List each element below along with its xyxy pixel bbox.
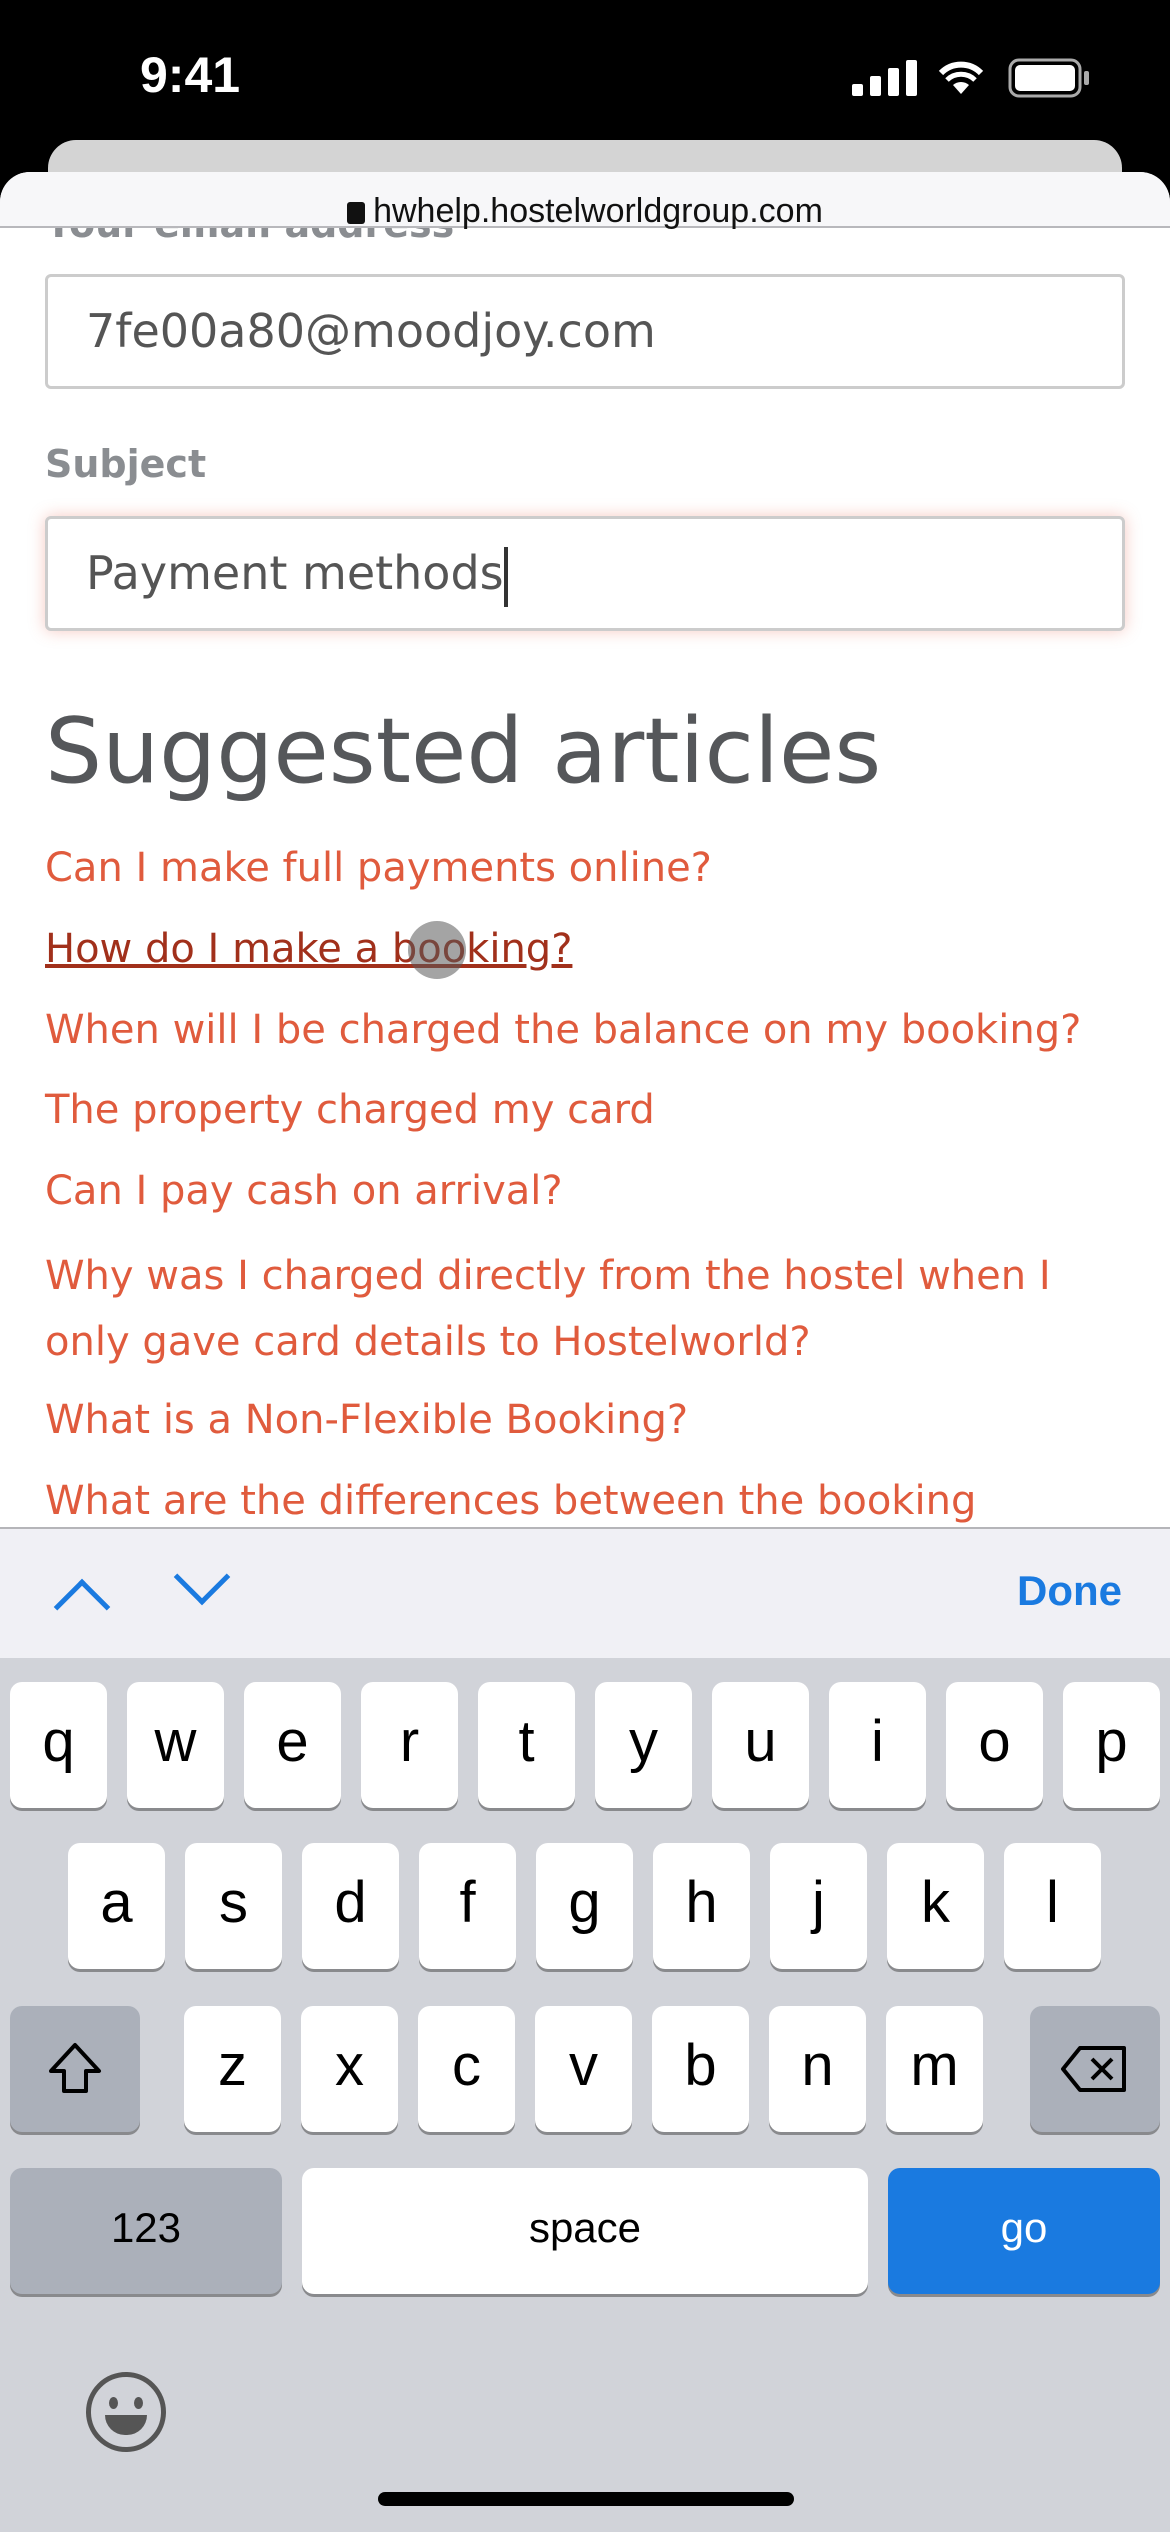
keyboard-accessory-bar: Done xyxy=(0,1527,1170,1658)
keyboard: q w e r t y u i o p a s d f g h j k l z x c v b n m 123 space go xyxy=(0,1658,1170,2532)
key-u[interactable]: u xyxy=(712,1682,809,1808)
article-link[interactable]: What is a Non-Flexible Booking? xyxy=(45,1390,1125,1450)
lock-icon xyxy=(347,202,366,224)
key-s[interactable]: s xyxy=(185,1843,282,1969)
article-link[interactable]: The property charged my card xyxy=(45,1080,1125,1140)
url-bar[interactable]: hwhelp.hostelworldgroup.com xyxy=(0,172,1170,228)
backspace-icon xyxy=(1061,2046,1126,2092)
key-o[interactable]: o xyxy=(946,1682,1043,1808)
subject-input[interactable]: Payment methods xyxy=(45,516,1125,631)
key-p[interactable]: p xyxy=(1063,1682,1160,1808)
text-caret xyxy=(503,546,508,607)
space-key[interactable]: space xyxy=(302,2168,868,2294)
suggested-articles-heading: Suggested articles xyxy=(45,699,882,804)
key-x[interactable]: x xyxy=(301,2006,398,2132)
chevron-down-icon[interactable] xyxy=(173,1548,231,1606)
done-button[interactable]: Done xyxy=(1017,1567,1122,1615)
key-k[interactable]: k xyxy=(887,1843,984,1969)
go-key[interactable]: go xyxy=(888,2168,1160,2294)
backspace-key[interactable] xyxy=(1030,2006,1160,2132)
key-f[interactable]: f xyxy=(419,1843,516,1969)
shift-key[interactable] xyxy=(10,2006,140,2132)
wifi-icon xyxy=(938,61,984,94)
key-m[interactable]: m xyxy=(886,2006,983,2132)
key-a[interactable]: a xyxy=(68,1843,165,1969)
key-t[interactable]: t xyxy=(478,1682,575,1808)
article-link[interactable]: What are the differences between the boo… xyxy=(45,1471,1125,1531)
key-y[interactable]: y xyxy=(595,1682,692,1808)
email-input[interactable]: 7fe00a80@moodjoy.com xyxy=(45,274,1125,389)
key-i[interactable]: i xyxy=(829,1682,926,1808)
article-link[interactable]: When will I be charged the balance on my… xyxy=(45,1000,1125,1060)
key-e[interactable]: e xyxy=(244,1682,341,1808)
key-r[interactable]: r xyxy=(361,1682,458,1808)
key-n[interactable]: n xyxy=(769,2006,866,2132)
key-b[interactable]: b xyxy=(652,2006,749,2132)
key-h[interactable]: h xyxy=(653,1843,750,1969)
key-j[interactable]: j xyxy=(770,1843,867,1969)
subject-value: Payment methods xyxy=(86,546,504,600)
key-v[interactable]: v xyxy=(535,2006,632,2132)
key-g[interactable]: g xyxy=(536,1843,633,1969)
article-link[interactable]: Can I make full payments online? xyxy=(45,838,1125,898)
signal-icon xyxy=(852,60,917,96)
emoji-icon[interactable] xyxy=(86,2372,166,2452)
home-indicator xyxy=(378,2492,794,2506)
key-z[interactable]: z xyxy=(184,2006,281,2132)
url-text: hwhelp.hostelworldgroup.com xyxy=(373,192,823,230)
key-w[interactable]: w xyxy=(127,1682,224,1808)
article-link[interactable]: Why was I charged directly from the host… xyxy=(45,1243,1055,1375)
key-l[interactable]: l xyxy=(1004,1843,1101,1969)
touch-indicator xyxy=(408,921,466,979)
subject-label: Subject xyxy=(45,442,207,486)
key-q[interactable]: q xyxy=(10,1682,107,1808)
key-d[interactable]: d xyxy=(302,1843,399,1969)
article-link[interactable]: How do I make a booking? xyxy=(45,919,1125,979)
numbers-key[interactable]: 123 xyxy=(10,2168,282,2294)
status-time: 9:41 xyxy=(140,47,241,103)
chevron-up-icon[interactable] xyxy=(53,1578,111,1636)
shift-icon xyxy=(49,2043,101,2093)
article-link[interactable]: Can I pay cash on arrival? xyxy=(45,1161,1125,1221)
battery-icon xyxy=(1008,58,1089,98)
key-c[interactable]: c xyxy=(418,2006,515,2132)
email-value: 7fe00a80@moodjoy.com xyxy=(86,304,656,358)
